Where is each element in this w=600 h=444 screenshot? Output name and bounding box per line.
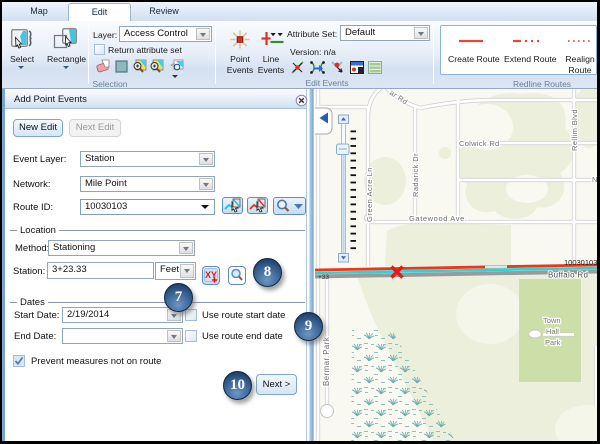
svg-text:10030103: 10030103 — [564, 258, 597, 267]
svg-text:+33: +33 — [318, 274, 329, 281]
svg-text:Park: Park — [545, 338, 561, 347]
svg-text:Gatewood Ave.: Gatewood Ave. — [409, 214, 468, 223]
svg-text:Town: Town — [543, 316, 561, 325]
svg-text:Radarick Dr: Radarick Dr — [411, 153, 420, 197]
svg-text:Bermar Park: Bermar Park — [322, 337, 331, 386]
svg-text:Colwick Rd: Colwick Rd — [459, 139, 500, 148]
svg-text:Green Acre Ln: Green Acre Ln — [365, 167, 374, 222]
svg-text:N: N — [592, 175, 597, 184]
svg-text:Hall: Hall — [546, 327, 559, 336]
svg-text:Buffalo Rd: Buffalo Rd — [548, 271, 588, 280]
svg-text:Rellim Blvd: Rellim Blvd — [570, 109, 579, 151]
